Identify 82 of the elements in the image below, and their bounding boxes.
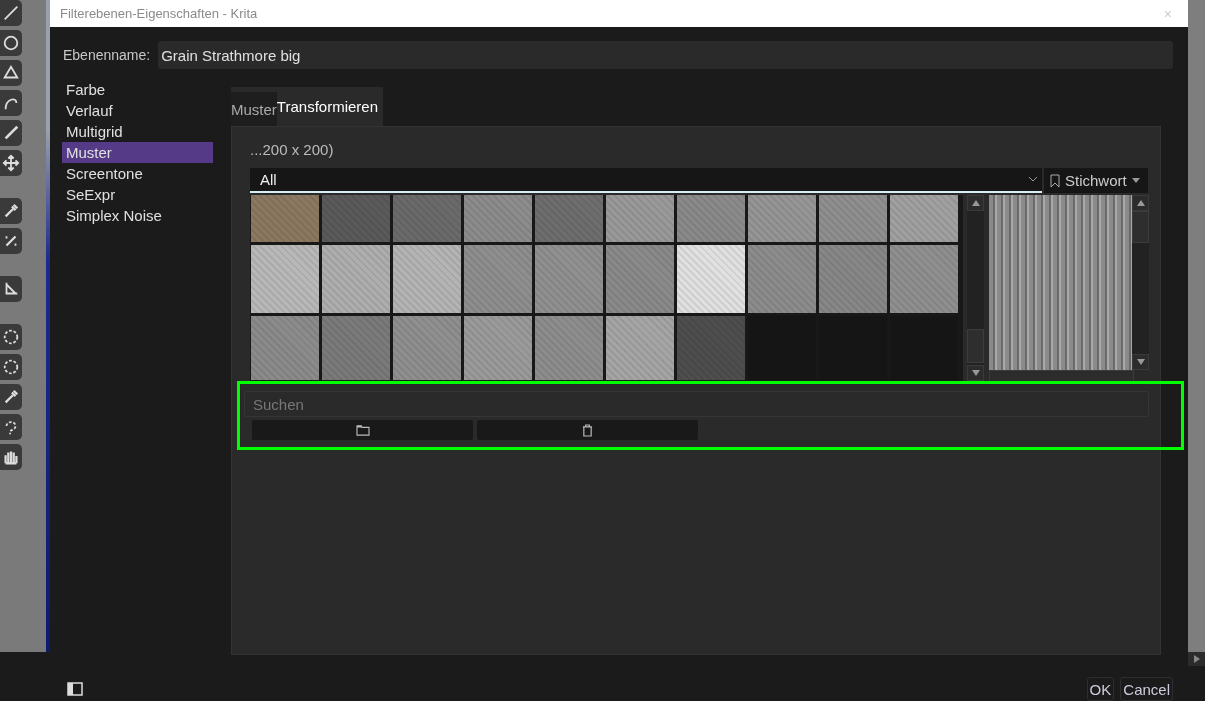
caret-icon bbox=[1131, 178, 1140, 183]
pattern-thumbnail[interactable] bbox=[535, 316, 603, 380]
pattern-thumbnail[interactable] bbox=[464, 195, 532, 242]
ellipse-icon bbox=[2, 328, 20, 346]
pattern-thumbnail[interactable] bbox=[393, 195, 461, 242]
chevron-down-icon bbox=[1029, 177, 1037, 182]
tag-button[interactable]: Stichwort bbox=[1044, 168, 1148, 193]
pattern-thumbnail[interactable] bbox=[535, 245, 603, 313]
pattern-thumbnail[interactable] bbox=[251, 316, 319, 380]
tab[interactable]: Muster bbox=[231, 92, 277, 126]
scroll-up-arrow-icon[interactable] bbox=[971, 200, 980, 206]
tool-button[interactable] bbox=[0, 120, 22, 146]
generator-list-item[interactable]: SeExpr bbox=[62, 184, 213, 205]
pattern-thumbnail[interactable] bbox=[251, 245, 319, 313]
pattern-thumbnail[interactable] bbox=[393, 316, 461, 380]
tag-filter-dropdown[interactable]: All bbox=[250, 168, 1042, 193]
pattern-thumbnail[interactable] bbox=[677, 195, 745, 242]
circle-icon bbox=[2, 34, 20, 52]
pattern-thumbnail[interactable] bbox=[606, 195, 674, 242]
move-icon bbox=[2, 154, 20, 172]
pattern-thumbnail[interactable] bbox=[322, 245, 390, 313]
bookmark-icon bbox=[1050, 173, 1060, 188]
scrollbar[interactable] bbox=[1132, 195, 1149, 370]
generator-list-item[interactable]: Multigrid bbox=[62, 121, 213, 142]
ellipse-icon bbox=[2, 358, 20, 376]
generator-list-item[interactable]: Simplex Noise bbox=[62, 205, 213, 226]
generator-list-item[interactable]: Verlauf bbox=[62, 100, 213, 121]
tool-button[interactable] bbox=[0, 276, 22, 302]
layer-name-label: Ebenenname: bbox=[62, 47, 151, 63]
pattern-thumbnail[interactable] bbox=[890, 195, 958, 242]
scrollbar[interactable] bbox=[967, 195, 984, 381]
pattern-thumbnail[interactable] bbox=[677, 316, 745, 380]
ok-button[interactable]: OK bbox=[1086, 677, 1115, 701]
scroll-thumb[interactable] bbox=[967, 329, 984, 363]
tool-button[interactable] bbox=[0, 0, 22, 26]
pattern-thumbnail[interactable] bbox=[748, 245, 816, 313]
trash-icon bbox=[582, 423, 593, 437]
tool-button[interactable] bbox=[0, 444, 22, 470]
scroll-right-arrow-icon[interactable] bbox=[1193, 655, 1200, 663]
eyedropper-icon bbox=[2, 202, 20, 220]
eyedropper-icon bbox=[2, 388, 20, 406]
tool-button[interactable] bbox=[0, 198, 22, 224]
search-field[interactable]: Suchen bbox=[244, 391, 1149, 417]
cancel-button[interactable]: Cancel bbox=[1120, 677, 1173, 701]
pattern-thumbnail[interactable] bbox=[748, 195, 816, 242]
pattern-thumbnail[interactable] bbox=[464, 316, 532, 380]
pattern-thumbnail[interactable] bbox=[322, 195, 390, 242]
pattern-thumbnail[interactable] bbox=[890, 245, 958, 313]
pattern-thumbnail[interactable] bbox=[322, 316, 390, 380]
pattern-thumbnail[interactable] bbox=[535, 195, 603, 242]
import-button[interactable] bbox=[252, 420, 473, 440]
pattern-thumbnail[interactable] bbox=[606, 316, 674, 380]
delete-button[interactable] bbox=[477, 420, 698, 440]
pattern-thumbnail[interactable] bbox=[464, 245, 532, 313]
layer-name-field[interactable]: Grain Strathmore big bbox=[158, 41, 1173, 69]
tool-button[interactable] bbox=[0, 414, 22, 440]
tool-button[interactable] bbox=[0, 384, 22, 410]
line-icon bbox=[2, 4, 20, 22]
pattern-size-caption: ...200 x 200) bbox=[250, 141, 335, 160]
generator-list-item[interactable]: Screentone bbox=[62, 163, 213, 184]
pattern-thumbnail[interactable] bbox=[819, 195, 887, 242]
generator-list-item[interactable]: Farbe bbox=[62, 79, 213, 100]
pattern-thumbnail[interactable] bbox=[677, 245, 745, 313]
folder-icon bbox=[355, 424, 370, 436]
tool-button[interactable] bbox=[0, 354, 22, 380]
scroll-down-arrow-icon[interactable] bbox=[971, 370, 980, 376]
generator-list-item[interactable]: Muster bbox=[62, 142, 213, 163]
tool-button[interactable] bbox=[0, 324, 22, 350]
tool-button[interactable] bbox=[0, 228, 22, 254]
pattern-thumbnail[interactable] bbox=[393, 245, 461, 313]
scroll-thumb[interactable] bbox=[1132, 211, 1149, 243]
pattern-thumbnail[interactable] bbox=[606, 245, 674, 313]
pattern-thumbnail[interactable] bbox=[251, 195, 319, 242]
scroll-down-arrow-icon[interactable] bbox=[1136, 359, 1145, 365]
tool-button[interactable] bbox=[0, 60, 22, 86]
tool-button[interactable] bbox=[0, 150, 22, 176]
tool-button[interactable] bbox=[0, 30, 22, 56]
tool-button[interactable] bbox=[0, 90, 22, 116]
pattern-thumbnail[interactable] bbox=[819, 245, 887, 313]
scroll-up-arrow-icon[interactable] bbox=[1136, 200, 1145, 206]
window-title: Filterebenen-Eigenschaften - Krita bbox=[60, 6, 258, 21]
sidebar-toggle-icon[interactable] bbox=[67, 682, 83, 696]
